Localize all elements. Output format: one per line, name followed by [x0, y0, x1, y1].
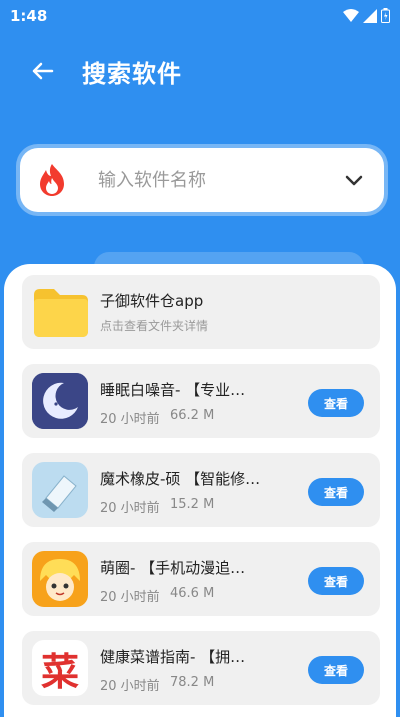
view-button[interactable]: 查看	[308, 567, 364, 595]
app-name: 睡眠白噪音- 【专业…	[100, 381, 246, 399]
view-button[interactable]: 查看	[308, 478, 364, 506]
status-icons	[343, 8, 390, 23]
folder-icon	[34, 289, 88, 337]
app-card[interactable]: 萌圈- 【手机动漫追… 20 小时前 46.6 M 查看	[22, 542, 380, 616]
app-time: 20 小时前	[100, 679, 160, 694]
app-size: 46.6 M	[170, 586, 215, 601]
back-button[interactable]	[26, 54, 60, 88]
page-title: 搜索软件	[82, 60, 182, 88]
chevron-down-icon[interactable]	[342, 168, 366, 192]
arrow-left-icon	[32, 62, 54, 80]
view-button[interactable]: 查看	[308, 389, 364, 417]
view-button[interactable]: 查看	[308, 656, 364, 684]
eraser-icon	[32, 462, 88, 518]
cai-character-text: 菜	[40, 649, 79, 694]
app-time: 20 小时前	[100, 412, 160, 427]
app-card[interactable]: 睡眠白噪音- 【专业… 20 小时前 66.2 M 查看	[22, 364, 380, 438]
cai-character-icon: 菜	[32, 640, 88, 696]
app-size: 78.2 M	[170, 675, 215, 690]
anime-character-icon	[32, 551, 88, 607]
wifi-icon	[343, 8, 359, 22]
folder-subtitle: 点击查看文件夹详情	[100, 319, 209, 333]
app-size: 66.2 M	[170, 408, 215, 423]
app-size: 15.2 M	[170, 497, 215, 512]
app-time: 20 小时前	[100, 590, 160, 605]
battery-icon	[381, 8, 390, 23]
flame-icon	[40, 164, 64, 196]
app-card[interactable]: 菜 健康菜谱指南- 【拥… 20 小时前 78.2 M 查看	[22, 631, 380, 705]
app-name: 健康菜谱指南- 【拥…	[100, 648, 246, 666]
header: 搜索软件	[0, 40, 400, 100]
app-name: 萌圈- 【手机动漫追…	[100, 559, 246, 577]
app-time: 20 小时前	[100, 501, 160, 516]
folder-card[interactable]: 子御软件仓app 点击查看文件夹详情	[22, 275, 380, 349]
app-name: 魔术橡皮-硕 【智能修…	[100, 470, 261, 488]
moon-sleep-icon	[32, 373, 88, 429]
status-bar: 1:48	[0, 0, 400, 32]
folder-title: 子御软件仓app	[100, 292, 204, 310]
search-box[interactable]	[20, 148, 384, 212]
signal-icon	[363, 8, 377, 23]
search-input[interactable]	[98, 166, 338, 194]
app-card[interactable]: 魔术橡皮-硕 【智能修… 20 小时前 15.2 M 查看	[22, 453, 380, 527]
status-time: 1:48	[10, 7, 48, 25]
